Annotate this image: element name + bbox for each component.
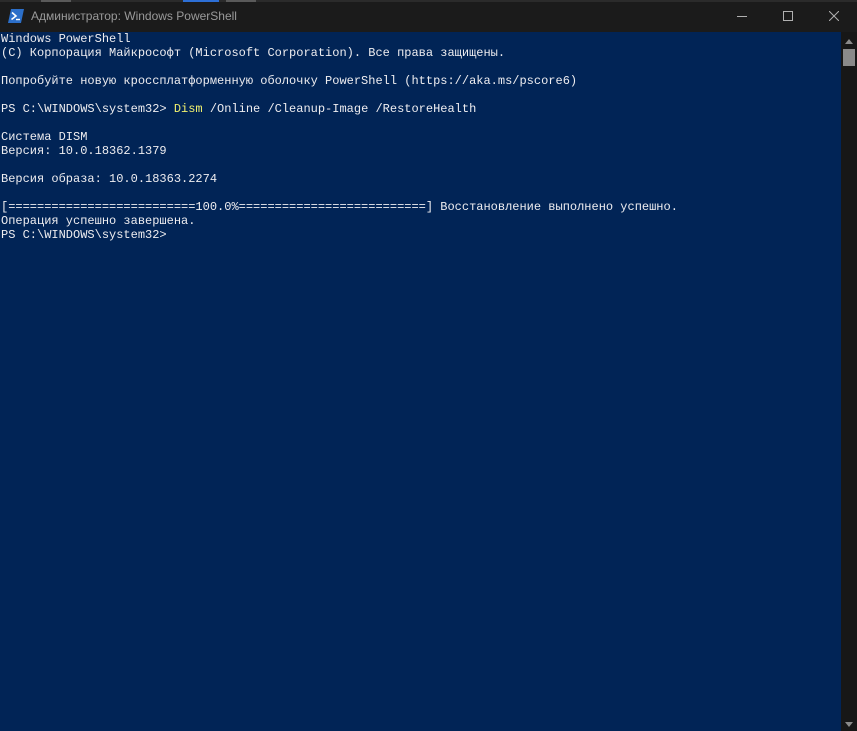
minimize-button[interactable]	[719, 0, 765, 32]
dism-tool-name: Система DISM	[1, 130, 88, 144]
powershell-window: Администратор: Windows PowerShell Window…	[0, 0, 857, 731]
console-copyright: (C) Корпорация Майкрософт (Microsoft Cor…	[1, 46, 506, 60]
image-version: Версия образа: 10.0.18363.2274	[1, 172, 218, 186]
vertical-scrollbar[interactable]	[841, 32, 857, 731]
chevron-down-icon	[845, 714, 853, 731]
console-output[interactable]: Windows PowerShell (C) Корпорация Майкро…	[0, 32, 841, 731]
window-title: Администратор: Windows PowerShell	[31, 9, 237, 23]
command-line: PS C:\WINDOWS\system32> Dism /Online /Cl…	[1, 102, 476, 116]
console-promo-line: Попробуйте новую кроссплатформенную обол…	[1, 74, 578, 88]
result-line: Операция успешно завершена.	[1, 214, 196, 228]
background-window-edge	[183, 0, 219, 2]
dism-version: Версия: 10.0.18362.1379	[1, 144, 167, 158]
maximize-icon	[783, 11, 793, 21]
maximize-button[interactable]	[765, 0, 811, 32]
close-icon	[829, 11, 839, 21]
powershell-icon[interactable]	[8, 9, 24, 23]
background-window-edge	[226, 0, 256, 2]
title-bar[interactable]: Администратор: Windows PowerShell	[0, 0, 857, 32]
progress-line: [==========================100.0%=======…	[1, 200, 678, 214]
background-window-edge	[41, 0, 71, 2]
chevron-up-icon	[845, 31, 853, 49]
minimize-icon	[737, 11, 747, 21]
prompt: PS C:\WINDOWS\system32>	[1, 102, 174, 116]
command-executable: Dism	[173, 102, 203, 116]
current-prompt[interactable]: PS C:\WINDOWS\system32>	[1, 228, 167, 242]
scrollbar-thumb[interactable]	[843, 49, 855, 66]
scroll-up-button[interactable]	[841, 32, 857, 48]
scroll-down-button[interactable]	[841, 715, 857, 731]
command-arguments: /Online /Cleanup-Image /RestoreHealth	[202, 102, 477, 116]
close-button[interactable]	[811, 0, 857, 32]
console-header-title: Windows PowerShell	[1, 32, 131, 46]
